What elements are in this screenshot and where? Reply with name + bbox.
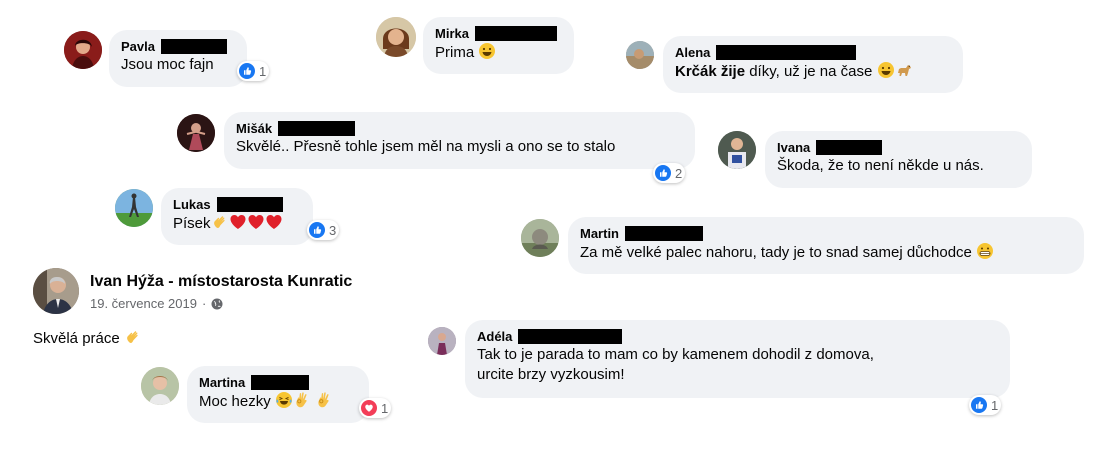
avatar-photo — [428, 327, 456, 355]
comment-text: Jsou moc fajn — [121, 56, 214, 73]
reaction-count: 2 — [675, 165, 683, 181]
comment-bubble-martina: Martina Moc hezky — [187, 366, 369, 423]
avatar-photo — [718, 131, 756, 169]
avatar[interactable] — [64, 31, 102, 69]
ok-hand-icon — [315, 391, 333, 409]
love-icon — [361, 400, 377, 416]
reaction-count-badge[interactable]: 1 — [359, 398, 392, 418]
commenter-name[interactable]: Mišák — [236, 120, 272, 137]
separator-dot: · — [201, 296, 207, 311]
avatar-photo — [141, 367, 179, 405]
author-avatar[interactable] — [33, 268, 79, 314]
reaction-count-badge[interactable]: 3 — [307, 220, 340, 240]
commenter-name[interactable]: Ivana — [777, 139, 810, 156]
comment-text: Za mě velké palec nahoru, tady je to sna… — [580, 244, 972, 261]
like-icon — [239, 63, 255, 79]
comment-text: díky, už je na čase — [745, 63, 873, 80]
reaction-count-badge[interactable]: 2 — [653, 163, 686, 183]
commenter-name[interactable]: Martina — [199, 374, 245, 391]
redaction-bar — [625, 226, 703, 241]
comment-text: Škoda, že to není někde u nás. — [777, 157, 984, 174]
redaction-bar — [474, 26, 557, 41]
avatar[interactable] — [626, 41, 654, 69]
avatar-photo — [177, 114, 215, 152]
avatar[interactable] — [718, 131, 756, 169]
avatar-photo — [521, 219, 559, 257]
red-heart-icon — [229, 213, 247, 231]
reaction-count-badge[interactable]: 1 — [237, 61, 270, 81]
dog-icon — [895, 61, 913, 79]
avatar-photo — [64, 31, 102, 69]
avatar[interactable] — [177, 114, 215, 152]
like-icon — [655, 165, 671, 181]
mention-link[interactable]: Krčák žije — [675, 63, 745, 80]
avatar[interactable] — [521, 219, 559, 257]
commenter-name[interactable]: Pavla — [121, 38, 155, 55]
like-icon — [971, 397, 987, 413]
commenter-name[interactable]: Adéla — [477, 328, 512, 345]
comment-bubble-pavla: Pavla Jsou moc fajn — [109, 30, 247, 87]
redaction-bar — [216, 197, 283, 212]
commenter-name[interactable]: Lukas — [173, 196, 211, 213]
comment-bubble-adela: Adéla Tak to je parada to mam co by kame… — [465, 320, 1010, 398]
comment-bubble-alena: Alena Krčák žije díky, už je na čase — [663, 36, 963, 93]
post-date[interactable]: 19. července 2019 — [90, 295, 197, 312]
commenter-name[interactable]: Mirka — [435, 25, 469, 42]
clapping-hands-icon — [124, 328, 142, 346]
avatar[interactable] — [141, 367, 179, 405]
redaction-bar — [251, 375, 310, 390]
comment-text: Prima — [435, 44, 475, 61]
red-heart-icon — [265, 213, 283, 231]
post-text-body: Skvělá práce — [33, 330, 120, 347]
avatar[interactable] — [376, 17, 416, 57]
redaction-bar — [160, 39, 227, 54]
avatar[interactable] — [115, 189, 153, 227]
comment-text: Moc hezky — [199, 393, 271, 410]
redaction-bar — [278, 121, 356, 136]
comment-bubble-mirka: Mirka Prima — [423, 17, 574, 74]
redaction-bar — [716, 45, 857, 60]
like-icon — [309, 222, 325, 238]
globe-icon — [211, 298, 223, 309]
reaction-count-badge[interactable]: 1 — [969, 395, 1002, 415]
commenter-name[interactable]: Martin — [580, 225, 619, 242]
comment-text: Skvělé.. Přesně tohle jsem měl na mysli … — [236, 138, 616, 155]
comment-bubble-ivana: Ivana Škoda, že to není někde u nás. — [765, 131, 1032, 188]
avatar-photo — [376, 17, 416, 57]
post-author-name[interactable]: Ivan Hýža - místostarosta Kunratic — [90, 272, 352, 292]
reaction-count: 3 — [329, 222, 337, 238]
grinning-face-icon — [478, 42, 496, 60]
redaction-bar — [816, 140, 883, 155]
comment-text-line-1: Tak to je parada to mam co by kamenem do… — [477, 346, 874, 363]
author-avatar-photo — [33, 268, 79, 314]
comment-text-line-2: urcite brzy vyzkousim! — [477, 366, 625, 383]
comment-bubble-misak: Mišák Skvělé.. Přesně tohle jsem měl na … — [224, 112, 695, 169]
reaction-count: 1 — [381, 400, 389, 416]
reaction-count: 1 — [259, 63, 267, 79]
redaction-bar — [518, 329, 623, 344]
grinning-face-icon — [877, 61, 895, 79]
grimacing-face-icon — [976, 242, 994, 260]
comment-text: Písek — [173, 215, 211, 232]
comment-bubble-martin: Martin Za mě velké palec nahoru, tady je… — [568, 217, 1084, 274]
avatar-photo — [626, 41, 654, 69]
post-meta: 19. července 2019 · — [90, 295, 223, 312]
ok-hand-icon — [293, 391, 311, 409]
clapping-hands-icon — [211, 213, 229, 231]
comment-bubble-lukas: Lukas Písek — [161, 188, 313, 245]
commenter-name[interactable]: Alena — [675, 44, 710, 61]
red-heart-icon — [247, 213, 265, 231]
post-text: Skvělá práce — [33, 328, 142, 349]
avatar-photo — [115, 189, 153, 227]
crying-laughing-face-icon — [275, 391, 293, 409]
avatar[interactable] — [428, 327, 456, 355]
reaction-count: 1 — [991, 397, 999, 413]
